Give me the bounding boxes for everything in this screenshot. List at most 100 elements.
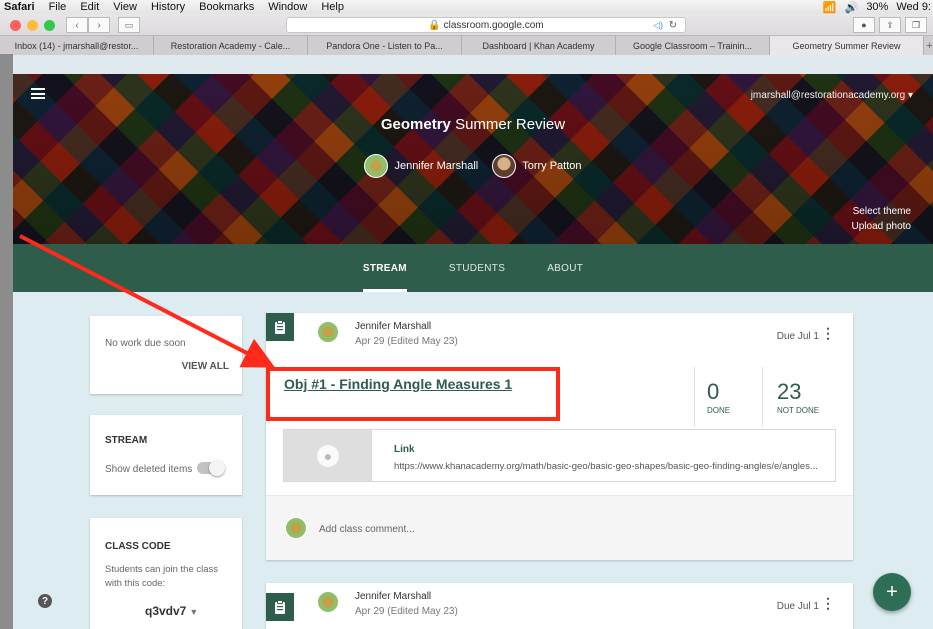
clipboard-icon — [266, 593, 294, 621]
account-switcher[interactable]: jmarshall@restorationacademy.org ▾ — [751, 90, 913, 101]
history-nav: ‹ › — [66, 17, 110, 33]
close-window-button[interactable] — [10, 20, 21, 31]
class-title: Geometry Summer Review — [13, 116, 933, 133]
menu-bookmarks[interactable]: Bookmarks — [199, 1, 254, 13]
forward-button[interactable]: › — [88, 17, 110, 33]
stream-settings-card: STREAM Show deleted items — [90, 415, 242, 495]
reload-icon[interactable]: ↻ — [669, 20, 677, 31]
more-options-icon[interactable]: ⋮ — [821, 596, 835, 610]
divider — [762, 367, 763, 427]
link-label: Link — [394, 444, 415, 455]
post-author[interactable]: Jennifer Marshall — [355, 321, 431, 332]
extension-icon[interactable]: ● — [853, 17, 875, 33]
clipboard-icon — [266, 313, 294, 341]
status-area: 📶 🔊 30% Wed 9: — [823, 0, 931, 14]
menu-edit[interactable]: Edit — [80, 1, 99, 13]
post-date: Apr 29 (Edited May 23) — [355, 336, 458, 347]
tab-stream[interactable]: STREAM — [362, 244, 407, 292]
teacher-jennifer[interactable]: Jennifer Marshall — [364, 154, 478, 178]
post-author[interactable]: Jennifer Marshall — [355, 591, 431, 602]
not-done-label: NOT DONE — [777, 406, 820, 415]
teacher-torry[interactable]: Torry Patton — [492, 154, 582, 178]
upload-photo-link[interactable]: Upload photo — [852, 219, 912, 234]
browser-toolbar: ‹ › ▭ 🔒 classroom.google.com ◁) ↻ ● ⇪ ❐ … — [0, 14, 933, 55]
clock[interactable]: Wed 9: — [896, 1, 931, 13]
avatar — [317, 591, 339, 613]
caret-down-icon: ▼ — [189, 607, 199, 617]
comment-placeholder: Add class comment... — [319, 524, 415, 535]
window-controls — [10, 20, 55, 31]
tab-geometry-summer-review[interactable]: Geometry Summer Review — [770, 36, 924, 55]
caret-down-icon: ▾ — [907, 90, 913, 101]
comment-bar[interactable]: Add class comment... — [266, 495, 853, 560]
globe-icon: ● — [317, 444, 339, 467]
class-name: Geometry — [380, 116, 451, 133]
battery-percent[interactable]: 30% — [866, 1, 888, 13]
hamburger-menu-icon[interactable] — [31, 88, 45, 99]
upcoming-text: No work due soon — [105, 338, 186, 349]
tabs-overview-icon[interactable]: ❐ — [905, 17, 927, 33]
done-label: DONE — [707, 406, 731, 415]
tab-bar: Inbox (14) - jmarshall@restor... Restora… — [0, 35, 933, 55]
wifi-icon[interactable]: 📶 — [823, 1, 837, 14]
class-section: Summer Review — [450, 116, 566, 133]
menu-safari[interactable]: Safari — [4, 1, 35, 13]
link-url: https://www.khanacademy.org/math/basic-g… — [394, 461, 818, 472]
menu-window[interactable]: Window — [268, 1, 307, 13]
teacher-name: Jennifer Marshall — [394, 160, 479, 172]
minimize-window-button[interactable] — [27, 20, 38, 31]
help-icon[interactable]: ? — [38, 594, 52, 608]
post-date: Apr 29 (Edited May 23) — [355, 606, 458, 617]
lock-icon: 🔒 — [428, 19, 444, 31]
due-date: Due Jul 1 — [776, 601, 819, 612]
account-email: jmarshall@restorationacademy.org — [750, 90, 906, 101]
audio-icon[interactable]: ◁) — [653, 20, 663, 31]
tab-khan-academy[interactable]: Dashboard | Khan Academy — [462, 36, 616, 55]
zoom-window-button[interactable] — [44, 20, 55, 31]
avatar — [364, 154, 389, 178]
tab-pandora[interactable]: Pandora One - Listen to Pa... — [308, 36, 462, 55]
stream-main: No work due soon VIEW ALL STREAM Show de… — [13, 292, 933, 629]
menu-view[interactable]: View — [113, 1, 137, 13]
theme-options: Select theme Upload photo — [852, 204, 912, 234]
upcoming-card: No work due soon VIEW ALL — [90, 316, 242, 394]
avatar — [317, 321, 339, 343]
teacher-list: Jennifer Marshall Torry Patton — [13, 154, 933, 178]
new-tab-button[interactable]: + — [924, 36, 933, 55]
assignment-post: Jennifer Marshall Apr 29 (Edited May 23)… — [266, 583, 853, 629]
annotation-highlight-box — [266, 367, 560, 421]
tab-inbox[interactable]: Inbox (14) - jmarshall@restor... — [0, 36, 154, 55]
attachment-link-card[interactable]: ● Link https://www.khanacademy.org/math/… — [283, 429, 836, 482]
class-code-heading: CLASS CODE — [105, 541, 171, 552]
class-code-subtext: Students can join the class with this co… — [105, 564, 219, 589]
menu-file[interactable]: File — [49, 1, 67, 13]
link-thumbnail: ● — [284, 430, 372, 481]
select-theme-link[interactable]: Select theme — [852, 204, 911, 219]
more-options-icon[interactable]: ⋮ — [821, 326, 835, 340]
tab-about[interactable]: ABOUT — [547, 244, 583, 292]
class-code-card: CLASS CODE Students can join the class w… — [90, 518, 242, 629]
share-icon[interactable]: ⇪ — [879, 17, 901, 33]
avatar — [492, 154, 517, 178]
show-deleted-toggle[interactable] — [197, 460, 225, 476]
tab-google-classroom-training[interactable]: Google Classroom – Trainin... — [616, 36, 770, 55]
assignment-post: Jennifer Marshall Apr 29 (Edited May 23)… — [266, 313, 853, 560]
tab-restoration-academy[interactable]: Restoration Academy - Cale... — [154, 36, 308, 55]
menu-help[interactable]: Help — [321, 1, 344, 13]
done-count[interactable]: 0 — [707, 379, 719, 405]
tab-students[interactable]: STUDENTS — [449, 244, 505, 292]
address-bar[interactable]: 🔒 classroom.google.com ◁) ↻ — [286, 17, 686, 33]
toolbar-right: ● ⇪ ❐ — [853, 17, 927, 33]
due-date: Due Jul 1 — [776, 331, 819, 342]
volume-icon[interactable]: 🔊 — [845, 1, 859, 14]
view-all-button[interactable]: VIEW ALL — [182, 361, 229, 372]
mac-menu-bar: Safari File Edit View History Bookmarks … — [0, 0, 933, 14]
divider — [694, 367, 695, 427]
back-button[interactable]: ‹ — [66, 17, 88, 33]
class-header-banner: jmarshall@restorationacademy.org ▾ Geome… — [13, 74, 933, 244]
class-code-dropdown[interactable]: q3vdv7 ▼ — [145, 604, 198, 618]
sidebar-toggle-button[interactable]: ▭ — [118, 17, 140, 33]
menu-history[interactable]: History — [151, 1, 185, 13]
not-done-count[interactable]: 23 — [777, 379, 801, 405]
add-post-button[interactable]: + — [873, 573, 911, 611]
